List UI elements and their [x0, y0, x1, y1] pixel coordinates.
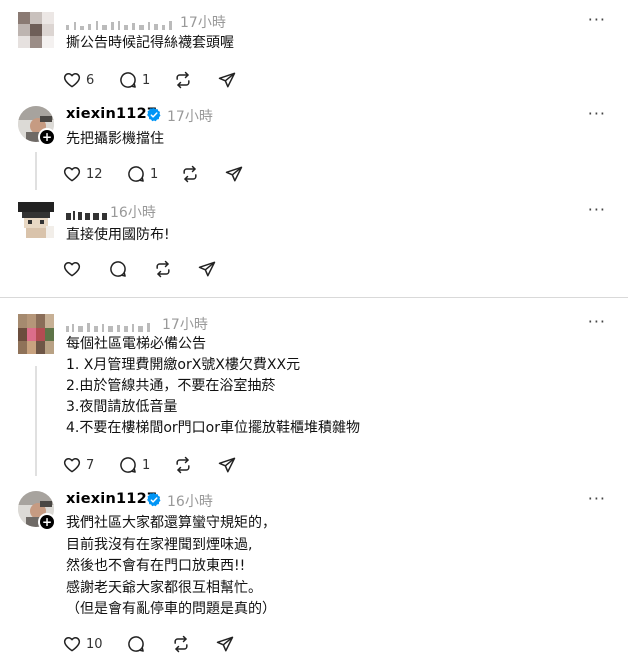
reply-button[interactable] — [126, 633, 150, 655]
post-text: 每個社區電梯必備公告 1. X月管理費開繳orX號X樓欠費XX元 2.由於管線共… — [66, 336, 360, 436]
reply-button[interactable]: 1 — [118, 454, 150, 476]
more-icon[interactable]: ··· — [588, 10, 606, 29]
share-button[interactable] — [197, 258, 217, 280]
timestamp: 16小時 — [110, 205, 156, 221]
username[interactable]: xiexin1127 — [66, 106, 157, 122]
repost-button[interactable] — [171, 633, 191, 655]
post-text: 撕公告時候記得絲襪套頭喔 — [66, 35, 234, 51]
follow-plus-icon[interactable]: + — [38, 513, 56, 531]
reply-count: 1 — [142, 72, 151, 88]
like-button[interactable]: 7 — [62, 454, 94, 476]
send-icon — [225, 166, 243, 182]
blurred-username[interactable] — [66, 16, 176, 30]
section-divider — [0, 297, 628, 298]
comment-icon — [120, 72, 136, 88]
timestamp: 16小時 — [167, 494, 213, 510]
more-icon[interactable]: ··· — [588, 312, 606, 331]
like-count: 10 — [86, 636, 103, 652]
repost-button[interactable] — [153, 258, 173, 280]
send-icon — [198, 261, 216, 277]
more-icon[interactable]: ··· — [588, 104, 606, 123]
reply-count: 1 — [142, 457, 151, 473]
follow-plus-icon[interactable]: + — [38, 128, 56, 146]
heart-icon — [63, 458, 81, 473]
share-button[interactable] — [215, 633, 235, 655]
timestamp: 17小時 — [162, 317, 208, 333]
reply-count: 1 — [150, 166, 159, 182]
post-text: 我們社區大家都還算蠻守規矩的， 目前我沒有在家裡聞到煙味過, 然後也不會有在門口… — [66, 515, 276, 617]
repost-icon — [183, 165, 197, 183]
like-count: 12 — [86, 166, 103, 182]
send-icon — [216, 636, 234, 652]
thread-line — [35, 152, 37, 190]
repost-button[interactable] — [180, 163, 200, 185]
share-button[interactable] — [217, 69, 237, 91]
thread-line — [35, 366, 37, 476]
reply-button[interactable] — [108, 258, 132, 280]
like-button[interactable] — [62, 258, 86, 280]
share-button[interactable] — [224, 163, 244, 185]
heart-icon — [63, 262, 81, 277]
comment-icon — [110, 261, 126, 277]
more-icon[interactable]: ··· — [588, 489, 606, 508]
like-button[interactable]: 10 — [62, 633, 103, 655]
heart-icon — [63, 73, 81, 88]
send-icon — [218, 72, 236, 88]
post-text: 先把攝影機擋住 — [66, 131, 164, 147]
repost-icon — [156, 260, 170, 278]
comment-icon — [128, 166, 144, 182]
like-count: 6 — [86, 72, 95, 88]
blurred-username[interactable] — [66, 318, 156, 332]
verified-badge-icon — [147, 108, 161, 122]
verified-badge-icon — [147, 493, 161, 507]
heart-icon — [63, 167, 81, 182]
post-text: 直接使用國防布! — [66, 227, 170, 243]
reply-button[interactable]: 1 — [118, 69, 150, 91]
timestamp: 17小時 — [180, 15, 226, 31]
comment-icon — [128, 636, 144, 652]
timestamp: 17小時 — [167, 109, 213, 125]
repost-button[interactable] — [173, 69, 193, 91]
reply-button[interactable]: 1 — [126, 163, 158, 185]
username[interactable]: xiexin1127 — [66, 491, 157, 507]
repost-icon — [176, 71, 190, 89]
heart-icon — [63, 637, 81, 652]
send-icon — [218, 457, 236, 473]
repost-button[interactable] — [173, 454, 193, 476]
avatar[interactable] — [18, 314, 54, 354]
like-button[interactable]: 12 — [62, 163, 103, 185]
like-button[interactable]: 6 — [62, 69, 94, 91]
repost-icon — [174, 635, 188, 653]
avatar[interactable] — [18, 12, 54, 48]
repost-icon — [176, 456, 190, 474]
avatar[interactable] — [18, 202, 54, 238]
share-button[interactable] — [217, 454, 237, 476]
like-count: 7 — [86, 457, 95, 473]
more-icon[interactable]: ··· — [588, 200, 606, 219]
comment-icon — [120, 457, 136, 473]
blurred-username[interactable] — [66, 206, 112, 220]
